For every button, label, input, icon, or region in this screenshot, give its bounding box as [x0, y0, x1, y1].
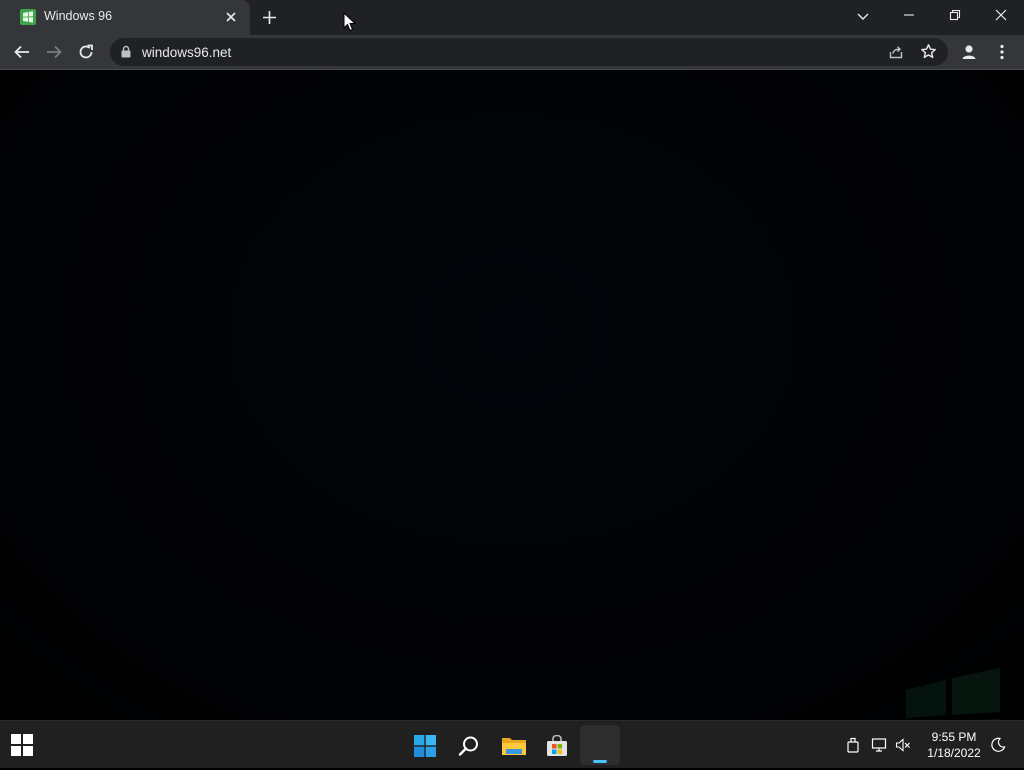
search-icon	[458, 736, 478, 756]
mouse-cursor-icon	[343, 12, 357, 32]
store-icon	[547, 735, 567, 756]
file-explorer-icon	[502, 738, 526, 755]
reload-icon[interactable]	[77, 43, 95, 61]
taskbar: 9:55 PM 1/18/2022	[0, 720, 1024, 768]
clock-date: 1/18/2022	[927, 746, 981, 760]
file-explorer-button[interactable]	[492, 725, 532, 765]
close-window-icon[interactable]	[991, 5, 1011, 25]
new-tab-icon[interactable]	[262, 10, 277, 25]
share-icon[interactable]	[888, 44, 904, 60]
menu-kebab-icon[interactable]	[993, 43, 1011, 61]
windows96-favicon-icon	[20, 9, 36, 25]
close-tab-icon[interactable]	[224, 10, 238, 24]
restore-icon[interactable]	[945, 5, 965, 25]
profile-icon[interactable]	[960, 43, 978, 61]
system-clock[interactable]: 9:55 PM 1/18/2022	[918, 729, 990, 761]
store-button[interactable]	[536, 725, 576, 765]
tab-title: Windows 96	[44, 9, 113, 23]
address-bar[interactable]: windows96.net	[110, 38, 948, 66]
usb-icon[interactable]	[845, 737, 861, 753]
search-button[interactable]	[448, 725, 488, 765]
bookmark-star-icon[interactable]	[920, 43, 937, 60]
forward-arrow-icon[interactable]	[45, 43, 63, 61]
windows-logo-icon[interactable]	[11, 734, 33, 756]
browser-titlebar: Windows 96	[0, 0, 1024, 35]
browser-toolbar: windows96.net	[0, 35, 1024, 70]
back-arrow-icon[interactable]	[13, 43, 31, 61]
tab-windows96[interactable]: Windows 96	[0, 0, 250, 35]
lock-icon[interactable]	[120, 45, 132, 58]
browser-icon	[590, 735, 612, 757]
focus-assist-icon[interactable]	[990, 737, 1006, 753]
browser-taskbar-button[interactable]	[580, 725, 620, 765]
start-button[interactable]	[404, 725, 444, 765]
start-icon	[414, 735, 436, 757]
web-page-content[interactable]	[0, 70, 1024, 764]
url-text: windows96.net	[142, 45, 232, 60]
tab-search-chevron-icon[interactable]	[855, 8, 871, 24]
clock-time: 9:55 PM	[931, 730, 977, 744]
network-icon[interactable]	[871, 737, 887, 753]
active-app-indicator	[593, 760, 607, 763]
volume-muted-icon[interactable]	[895, 737, 911, 753]
minimize-icon[interactable]	[899, 5, 919, 25]
